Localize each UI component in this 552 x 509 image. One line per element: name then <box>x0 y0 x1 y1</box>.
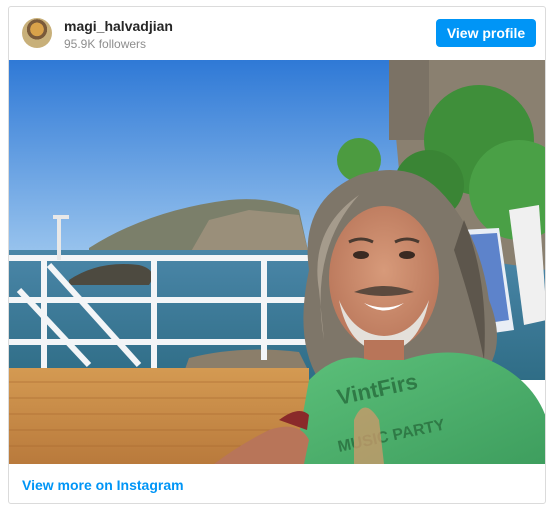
post-footer: View more on Instagram <box>9 464 545 503</box>
post-photo[interactable]: VintFirs MUSIC PARTY <box>9 60 545 464</box>
followers-count: 95.9K followers <box>64 37 147 51</box>
view-more-link[interactable]: View more on Instagram <box>22 477 184 493</box>
username[interactable]: magi_halvadjian <box>64 18 173 34</box>
post-header: magi_halvadjian 95.9K followers View pro… <box>9 7 545 60</box>
photo-illustration: VintFirs MUSIC PARTY <box>9 60 545 464</box>
user-info: magi_halvadjian 95.9K followers <box>64 18 173 52</box>
instagram-embed: magi_halvadjian 95.9K followers View pro… <box>8 6 546 504</box>
view-profile-button[interactable]: View profile <box>436 19 536 47</box>
face <box>329 206 439 350</box>
avatar[interactable] <box>22 18 52 48</box>
